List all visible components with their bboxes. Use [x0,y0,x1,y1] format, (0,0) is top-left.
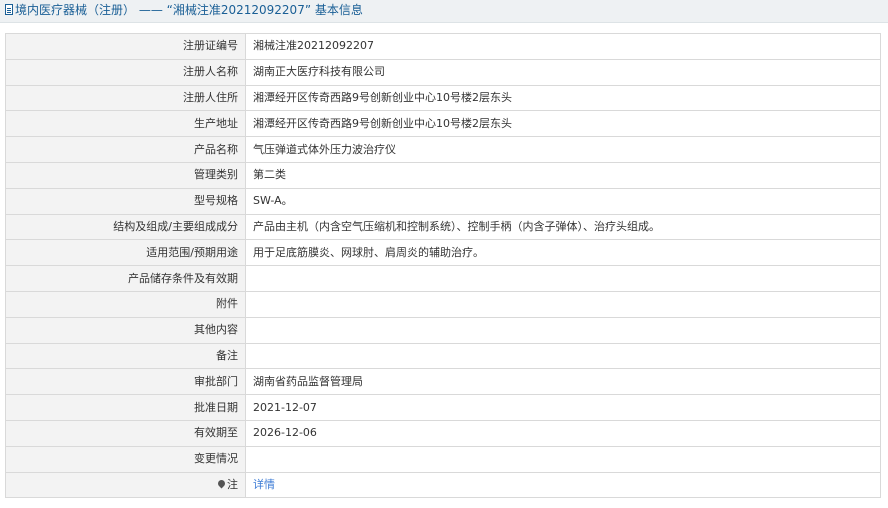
field-value [245,290,881,318]
field-value [245,342,881,370]
field-label: 注册人住所 [5,84,246,112]
field-value [245,445,881,473]
table-row: 生产地址 湘潭经开区传奇西路9号创新创业中心10号楼2层东头 [5,110,881,138]
field-value: 湖南省药品监督管理局 [245,368,881,396]
field-label: 注册证编号 [5,33,246,60]
field-label: 产品名称 [5,136,246,163]
table-row: 注册证编号 湘械注准20212092207 [5,33,881,60]
table-row: 注册人住所 湘潭经开区传奇西路9号创新创业中心10号楼2层东头 [5,84,881,112]
field-value [245,316,881,344]
field-label: 有效期至 [5,419,246,447]
field-value: SW-A。 [245,187,881,215]
field-label: 备注 [5,342,246,370]
table-row: 附件 [5,290,881,318]
field-value: 湘潭经开区传奇西路9号创新创业中心10号楼2层东头 [245,110,881,138]
table-row: 结构及组成/主要组成成分 产品由主机（内含空气压缩机和控制系统）、控制手柄（内含子… [5,213,881,241]
field-value: 气压弹道式体外压力波治疗仪 [245,136,881,163]
table-row: 适用范围/预期用途 用于足底筋膜炎、网球肘、肩周炎的辅助治疗。 [5,239,881,267]
field-label: 适用范围/预期用途 [5,239,246,267]
page-title: 境内医疗器械（注册） —— “湘械注准20212092207” 基本信息 [15,3,363,17]
table-row: 其他内容 [5,316,881,344]
field-value: 第二类 [245,161,881,189]
table-row: 有效期至 2026-12-06 [5,419,881,447]
document-icon [5,4,13,15]
field-value [245,265,881,292]
table-row: 变更情况 [5,445,881,473]
field-value: 湘械注准20212092207 [245,33,881,60]
table-row: 管理类别 第二类 [5,161,881,189]
field-label: 附件 [5,290,246,318]
field-label: 生产地址 [5,110,246,138]
note-value-cell: 详情 [245,471,881,499]
field-label: 管理类别 [5,161,246,189]
field-value: 湘潭经开区传奇西路9号创新创业中心10号楼2层东头 [245,84,881,112]
field-label: 产品储存条件及有效期 [5,265,246,292]
note-row: 注 详情 [5,471,881,499]
table-row: 型号规格 SW-A。 [5,187,881,215]
note-label-cell: 注 [5,471,246,499]
field-value: 湖南正大医疗科技有限公司 [245,58,881,86]
field-value: 2026-12-06 [245,419,881,447]
field-label: 其他内容 [5,316,246,344]
field-value: 用于足底筋膜炎、网球肘、肩周炎的辅助治疗。 [245,239,881,267]
table-row: 产品储存条件及有效期 [5,265,881,292]
field-label: 批准日期 [5,394,246,421]
page-header: 境内医疗器械（注册） —— “湘械注准20212092207” 基本信息 [0,0,888,23]
field-value: 2021-12-07 [245,394,881,421]
field-label: 审批部门 [5,368,246,396]
table-row: 备注 [5,342,881,370]
table-row: 产品名称 气压弹道式体外压力波治疗仪 [5,136,881,163]
field-label: 结构及组成/主要组成成分 [5,213,246,241]
note-label: 注 [227,477,238,491]
field-value: 产品由主机（内含空气压缩机和控制系统）、控制手柄（内含子弹体）、治疗头组成。 [245,213,881,241]
field-label: 注册人名称 [5,58,246,86]
table-row: 批准日期 2021-12-07 [5,394,881,421]
field-label: 变更情况 [5,445,246,473]
table-row: 注册人名称 湖南正大医疗科技有限公司 [5,58,881,86]
details-link[interactable]: 详情 [253,478,275,491]
device-info-table: 注册证编号 湘械注准20212092207 注册人名称 湖南正大医疗科技有限公司 注… [5,33,881,499]
map-pin-icon [216,478,227,489]
field-label: 型号规格 [5,187,246,215]
table-row: 审批部门 湖南省药品监督管理局 [5,368,881,396]
